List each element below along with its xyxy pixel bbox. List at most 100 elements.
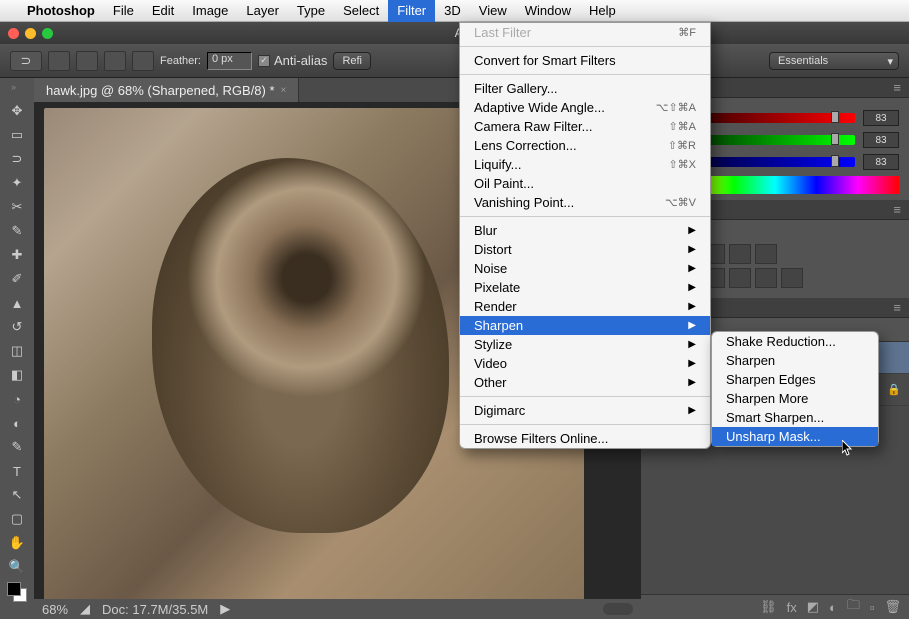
distort-submenu-item[interactable]: Distort▶	[460, 240, 710, 259]
eyedropper-tool-icon[interactable]: ✎	[4, 220, 30, 242]
path-select-tool-icon[interactable]: ↖	[4, 484, 30, 506]
brush-tool-icon[interactable]: ✐	[4, 268, 30, 290]
menu-filter[interactable]: Filter	[388, 0, 435, 22]
zoom-icon[interactable]	[42, 28, 53, 39]
camera-raw-item[interactable]: Camera Raw Filter...⇧⌘A	[460, 117, 710, 136]
selection-subtract-icon[interactable]	[104, 51, 126, 71]
panel-menu-icon[interactable]: ≡	[893, 80, 901, 95]
liquify-item[interactable]: Liquify...⇧⌘X	[460, 155, 710, 174]
menu-window[interactable]: Window	[516, 0, 580, 22]
h-scrollbar[interactable]	[603, 603, 633, 615]
menu-help[interactable]: Help	[580, 0, 625, 22]
new-layer-icon[interactable]: ▫	[870, 600, 875, 615]
digimarc-submenu-item[interactable]: Digimarc▶	[460, 401, 710, 420]
hand-tool-icon[interactable]: ✋	[4, 532, 30, 554]
slider-thumb-icon[interactable]	[831, 111, 839, 123]
dodge-tool-icon[interactable]: ◐	[4, 412, 30, 434]
smart-sharpen-item[interactable]: Smart Sharpen...	[712, 408, 878, 427]
expand-icon[interactable]: »	[11, 82, 23, 94]
stylize-submenu-item[interactable]: Stylize▶	[460, 335, 710, 354]
history-brush-tool-icon[interactable]: ↺	[4, 316, 30, 338]
channel-mixer-adjust-icon[interactable]	[755, 268, 777, 288]
stamp-tool-icon[interactable]: ▲	[4, 292, 30, 314]
menu-select[interactable]: Select	[334, 0, 388, 22]
type-tool-icon[interactable]: T	[4, 460, 30, 482]
sharpen-item[interactable]: Sharpen	[712, 351, 878, 370]
expand-status-icon[interactable]: ◢	[80, 601, 90, 617]
group-icon[interactable]: 🗀	[847, 596, 860, 618]
mask-icon[interactable]: ◩	[807, 599, 819, 615]
minimize-icon[interactable]	[25, 28, 36, 39]
menu-3d[interactable]: 3D	[435, 0, 470, 22]
crop-tool-icon[interactable]: ✂	[4, 196, 30, 218]
filter-dropdown[interactable]: Last Filter⌘F Convert for Smart Filters …	[459, 22, 711, 449]
last-filter-item[interactable]: Last Filter⌘F	[460, 23, 710, 42]
lasso-tool-icon[interactable]: ⊃	[4, 148, 30, 170]
link-icon[interactable]: ⛓	[760, 599, 777, 615]
delete-icon[interactable]: 🗑	[884, 599, 901, 615]
other-submenu-item[interactable]: Other▶	[460, 373, 710, 392]
red-value[interactable]: 83	[863, 110, 899, 126]
browse-online-item[interactable]: Browse Filters Online...	[460, 429, 710, 448]
pen-tool-icon[interactable]: ✎	[4, 436, 30, 458]
blur-tool-icon[interactable]: ◔	[4, 388, 30, 410]
photo-filter-adjust-icon[interactable]	[729, 268, 751, 288]
color-swatch[interactable]	[5, 586, 29, 600]
wand-tool-icon[interactable]: ✦	[4, 172, 30, 194]
eraser-tool-icon[interactable]: ◫	[4, 340, 30, 362]
adjustment-layer-icon[interactable]: ◐	[829, 600, 837, 615]
status-arrow-icon[interactable]: ▶	[220, 601, 230, 617]
window-controls[interactable]	[8, 28, 53, 39]
filter-gallery-item[interactable]: Filter Gallery...	[460, 79, 710, 98]
sharpen-submenu-item[interactable]: Sharpen▶	[460, 316, 710, 335]
panel-menu-icon[interactable]: ≡	[893, 300, 901, 315]
shape-tool-icon[interactable]: ▢	[4, 508, 30, 530]
workspace-switcher[interactable]: Essentials	[769, 52, 899, 70]
pixelate-submenu-item[interactable]: Pixelate▶	[460, 278, 710, 297]
menu-edit[interactable]: Edit	[143, 0, 183, 22]
fx-icon[interactable]: fx	[787, 600, 797, 615]
selection-add-icon[interactable]	[76, 51, 98, 71]
posterize-adjust-icon[interactable]	[781, 268, 803, 288]
exposure-adjust-icon[interactable]	[729, 244, 751, 264]
video-submenu-item[interactable]: Video▶	[460, 354, 710, 373]
sharpen-edges-item[interactable]: Sharpen Edges	[712, 370, 878, 389]
oil-paint-item[interactable]: Oil Paint...	[460, 174, 710, 193]
vanishing-point-item[interactable]: Vanishing Point...⌥⌘V	[460, 193, 710, 212]
lasso-tool-icon[interactable]: ⊃	[10, 51, 42, 71]
refine-edge-button[interactable]: Refi	[333, 52, 371, 70]
lock-icon[interactable]: 🔒	[887, 383, 901, 396]
close-tab-icon[interactable]: ×	[281, 85, 287, 96]
gradient-tool-icon[interactable]: ◧	[4, 364, 30, 386]
zoom-tool-icon[interactable]: 🔍	[4, 556, 30, 578]
panel-menu-icon[interactable]: ≡	[893, 202, 901, 217]
menu-layer[interactable]: Layer	[237, 0, 288, 22]
menu-app[interactable]: Photoshop	[18, 0, 104, 22]
foreground-color-icon[interactable]	[7, 582, 21, 596]
green-value[interactable]: 83	[863, 132, 899, 148]
zoom-level[interactable]: 68%	[42, 602, 68, 617]
move-tool-icon[interactable]: ✥	[4, 100, 30, 122]
antialias-checkbox[interactable]: ✓ Anti-alias	[258, 53, 327, 68]
noise-submenu-item[interactable]: Noise▶	[460, 259, 710, 278]
selection-new-icon[interactable]	[48, 51, 70, 71]
selection-intersect-icon[interactable]	[132, 51, 154, 71]
blur-submenu-item[interactable]: Blur▶	[460, 221, 710, 240]
marquee-tool-icon[interactable]: ▭	[4, 124, 30, 146]
sharpen-submenu[interactable]: Shake Reduction... Sharpen Sharpen Edges…	[711, 331, 879, 447]
heal-tool-icon[interactable]: ✚	[4, 244, 30, 266]
checkbox-icon[interactable]: ✓	[258, 55, 270, 67]
vibrance-adjust-icon[interactable]	[755, 244, 777, 264]
menu-image[interactable]: Image	[183, 0, 237, 22]
document-tab[interactable]: hawk.jpg @ 68% (Sharpened, RGB/8) * ×	[34, 78, 299, 102]
convert-smart-item[interactable]: Convert for Smart Filters	[460, 51, 710, 70]
adaptive-wide-item[interactable]: Adaptive Wide Angle...⌥⇧⌘A	[460, 98, 710, 117]
slider-thumb-icon[interactable]	[831, 133, 839, 145]
menu-view[interactable]: View	[470, 0, 516, 22]
close-icon[interactable]	[8, 28, 19, 39]
mac-menubar[interactable]: Photoshop File Edit Image Layer Type Sel…	[0, 0, 909, 22]
feather-input[interactable]: 0 px	[207, 52, 252, 70]
blue-value[interactable]: 83	[863, 154, 899, 170]
lens-correction-item[interactable]: Lens Correction...⇧⌘R	[460, 136, 710, 155]
menu-type[interactable]: Type	[288, 0, 334, 22]
